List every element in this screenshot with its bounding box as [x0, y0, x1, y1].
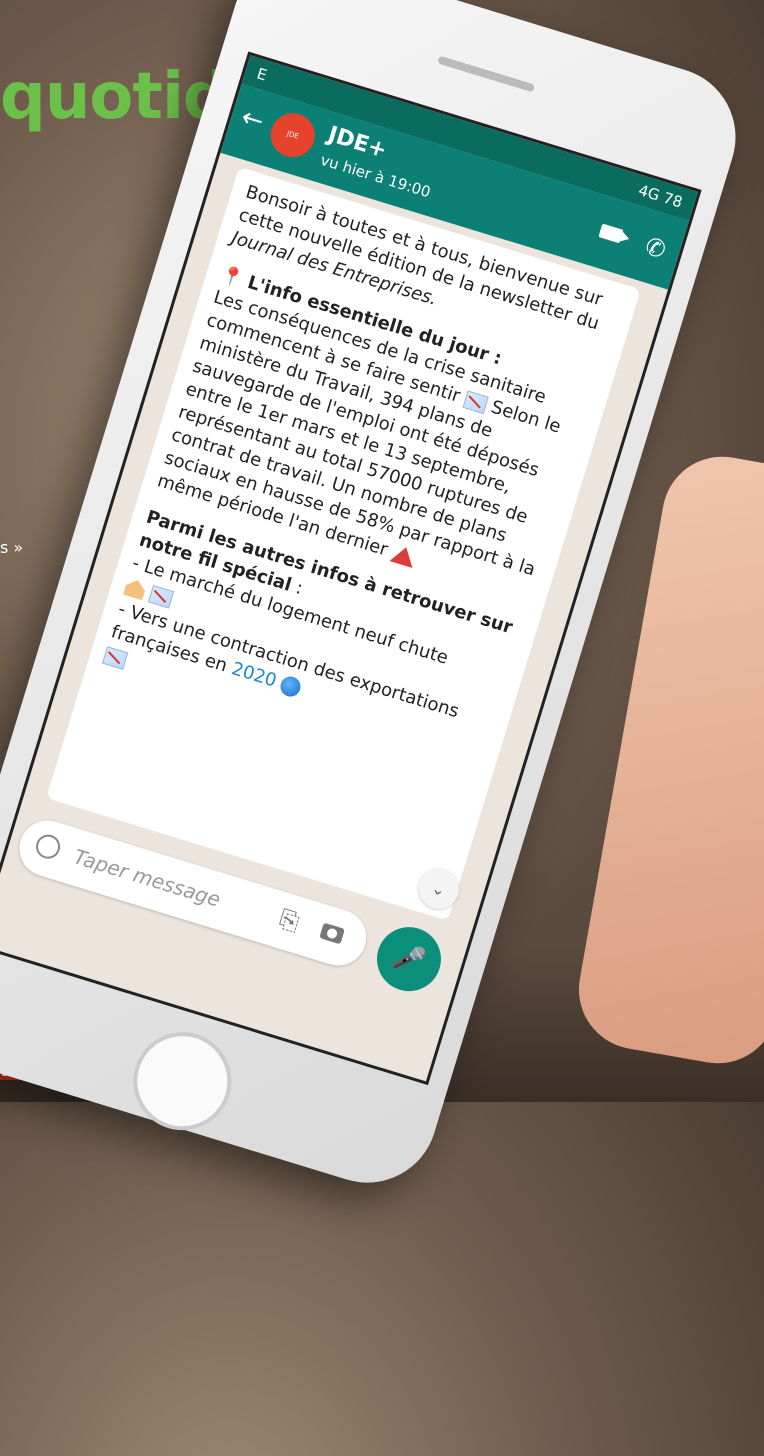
chevron-down-icon: ⌄: [429, 877, 449, 900]
mic-button[interactable]: 🎤: [369, 919, 449, 1000]
speaker-grille: [437, 55, 536, 93]
globe-icon: [278, 674, 304, 700]
chart-down-icon: [101, 646, 129, 670]
message-bubble: Bonsoir à toutes et à tous, bienvenue su…: [46, 166, 641, 921]
emoji-icon[interactable]: [33, 831, 64, 862]
phone-icon[interactable]: ✆: [642, 232, 669, 265]
back-arrow-icon[interactable]: ←: [238, 102, 268, 137]
mic-icon: 🎤: [389, 940, 429, 979]
phone-body: E 4G 78 ← JDE JDE+ vu hier à 19:00 ✆ Bon…: [0, 0, 753, 1201]
phone-screen: E 4G 78 ← JDE JDE+ vu hier à 19:00 ✆ Bon…: [0, 51, 702, 1086]
status-icons-left: E: [254, 64, 273, 86]
video-icon[interactable]: [598, 223, 624, 244]
house-icon: [123, 577, 147, 600]
chart-down-icon: [462, 390, 489, 415]
pin-icon: 📍: [218, 263, 246, 291]
camera-icon[interactable]: [319, 922, 345, 945]
red-triangle-icon: [389, 543, 419, 569]
chart-down-icon: [147, 584, 174, 609]
home-button[interactable]: [121, 1019, 244, 1143]
message-input-placeholder[interactable]: Taper message: [71, 844, 223, 911]
avatar[interactable]: JDE: [265, 107, 321, 163]
paperclip-icon[interactable]: ⎘: [276, 904, 303, 936]
phone: E 4G 78 ← JDE JDE+ vu hier à 19:00 ✆ Bon…: [0, 0, 764, 1456]
